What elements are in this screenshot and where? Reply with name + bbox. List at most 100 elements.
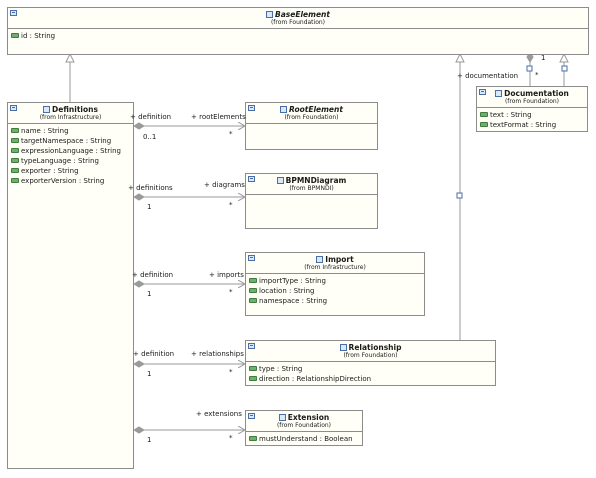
multiplicity-label: 1 [147,290,152,298]
generalization-documentation [559,52,569,86]
attribute-list: text : String textFormat : String [477,107,587,132]
role-label: + imports [209,271,244,279]
class-package: (from Infrastructure) [304,264,366,271]
class-icon [248,255,255,261]
class-relationship[interactable]: Relationship (from Foundation) type : St… [245,340,496,386]
attribute-row: exporter : String [11,166,130,176]
attribute-list [246,123,377,150]
class-package: (from Foundation) [270,19,326,26]
attribute-row: textFormat : String [480,120,584,130]
class-icon [479,89,486,95]
attribute-icon [249,366,257,371]
class-package: (from Infrastructure) [39,114,102,121]
class-definitions[interactable]: Definitions (from Infrastructure) name :… [7,102,134,469]
multiplicity-label: 1 [541,54,546,62]
composition-diagrams [133,194,245,200]
role-label: + relationships [191,350,244,358]
multiplicity-label: 1 [147,370,152,378]
class-name: Import [325,255,354,264]
attribute-row: id : String [11,31,585,41]
attribute-row: type : String [249,364,492,374]
role-label: + definition [130,113,172,121]
attribute-icon [249,278,257,283]
attribute-row: exporterVersion : String [11,176,130,186]
attribute-row: expressionLanguage : String [11,146,130,156]
role-label: + definition [133,350,175,358]
class-title-icon [276,177,284,184]
role-label: + documentation [457,72,519,80]
class-bpmn-diagram[interactable]: BPMNDiagram (from BPMNDI) [245,173,378,229]
multiplicity-label: 1 [147,203,152,211]
attribute-row: targetNamespace : String [11,136,130,146]
role-label: + definition [132,271,174,279]
attribute-icon [480,122,488,127]
attribute-list: type : String direction : RelationshipDi… [246,361,495,386]
class-name: BaseElement [275,10,330,19]
attribute-icon [11,128,19,133]
attribute-icon [480,112,488,117]
attribute-icon [11,158,19,163]
attribute-icon [11,168,19,173]
class-icon [248,176,255,182]
class-name: Relationship [348,343,402,352]
generalization-definitions [65,52,75,102]
multiplicity-label: * [229,368,233,376]
attribute-icon [249,436,257,441]
multiplicity-label: * [535,71,539,79]
class-title-icon [43,106,51,113]
class-base-element[interactable]: BaseElement (from Foundation) id : Strin… [7,7,589,55]
class-icon [10,10,17,16]
class-package: (from Foundation) [276,422,332,429]
attribute-list: name : String targetNamespace : String e… [8,123,133,188]
class-package: (from Foundation) [343,352,398,359]
attribute-row: namespace : String [249,296,421,306]
attribute-icon [11,148,19,153]
class-icon [248,413,255,419]
attribute-row: text : String [480,110,584,120]
attribute-row: location : String [249,286,421,296]
composition-documentation [526,51,534,86]
class-name: Extension [287,413,330,422]
multiplicity-label: 1 [147,436,152,444]
composition-imports [133,281,245,287]
class-title-icon [278,414,286,421]
composition-root-elements [133,123,245,129]
class-title-icon [316,256,324,263]
class-import[interactable]: Import (from Infrastructure) importType … [245,252,425,316]
generalization-relationship [455,52,465,340]
composition-extensions [133,427,245,433]
multiplicity-label: * [229,201,233,209]
role-label: + definitions [128,184,173,192]
class-icon [248,105,255,111]
class-title-icon [495,90,503,97]
role-label: + extensions [196,410,242,418]
attribute-list: importType : String location : String na… [246,273,424,308]
class-icon [10,105,17,111]
attribute-row: direction : RelationshipDirection [249,374,492,384]
multiplicity-label: * [229,130,233,138]
attribute-icon [11,138,19,143]
attribute-icon [249,298,257,303]
attribute-row: mustUnderstand : Boolean [249,434,359,444]
multiplicity-label: 0..1 [143,133,157,141]
attribute-row: name : String [11,126,130,136]
attribute-list: id : String [8,28,588,43]
class-name: Definitions [52,105,98,114]
class-root-element[interactable]: RootElement (from Foundation) [245,102,378,150]
class-title-icon [339,344,347,351]
class-icon [248,343,255,349]
class-extension[interactable]: Extension (from Foundation) mustUndersta… [245,410,363,446]
class-name: Documentation [504,89,569,98]
attribute-icon [11,178,19,183]
attribute-list [246,194,377,228]
attribute-list: mustUnderstand : Boolean [246,431,362,446]
class-name: BPMNDiagram [285,176,347,185]
class-title-icon [266,11,274,18]
class-documentation[interactable]: Documentation (from Foundation) text : S… [476,86,588,132]
multiplicity-label: * [229,288,233,296]
class-package: (from Foundation) [504,98,560,105]
attribute-row: typeLanguage : String [11,156,130,166]
attribute-icon [11,33,19,38]
class-name: RootElement [289,105,343,114]
attribute-icon [249,288,257,293]
